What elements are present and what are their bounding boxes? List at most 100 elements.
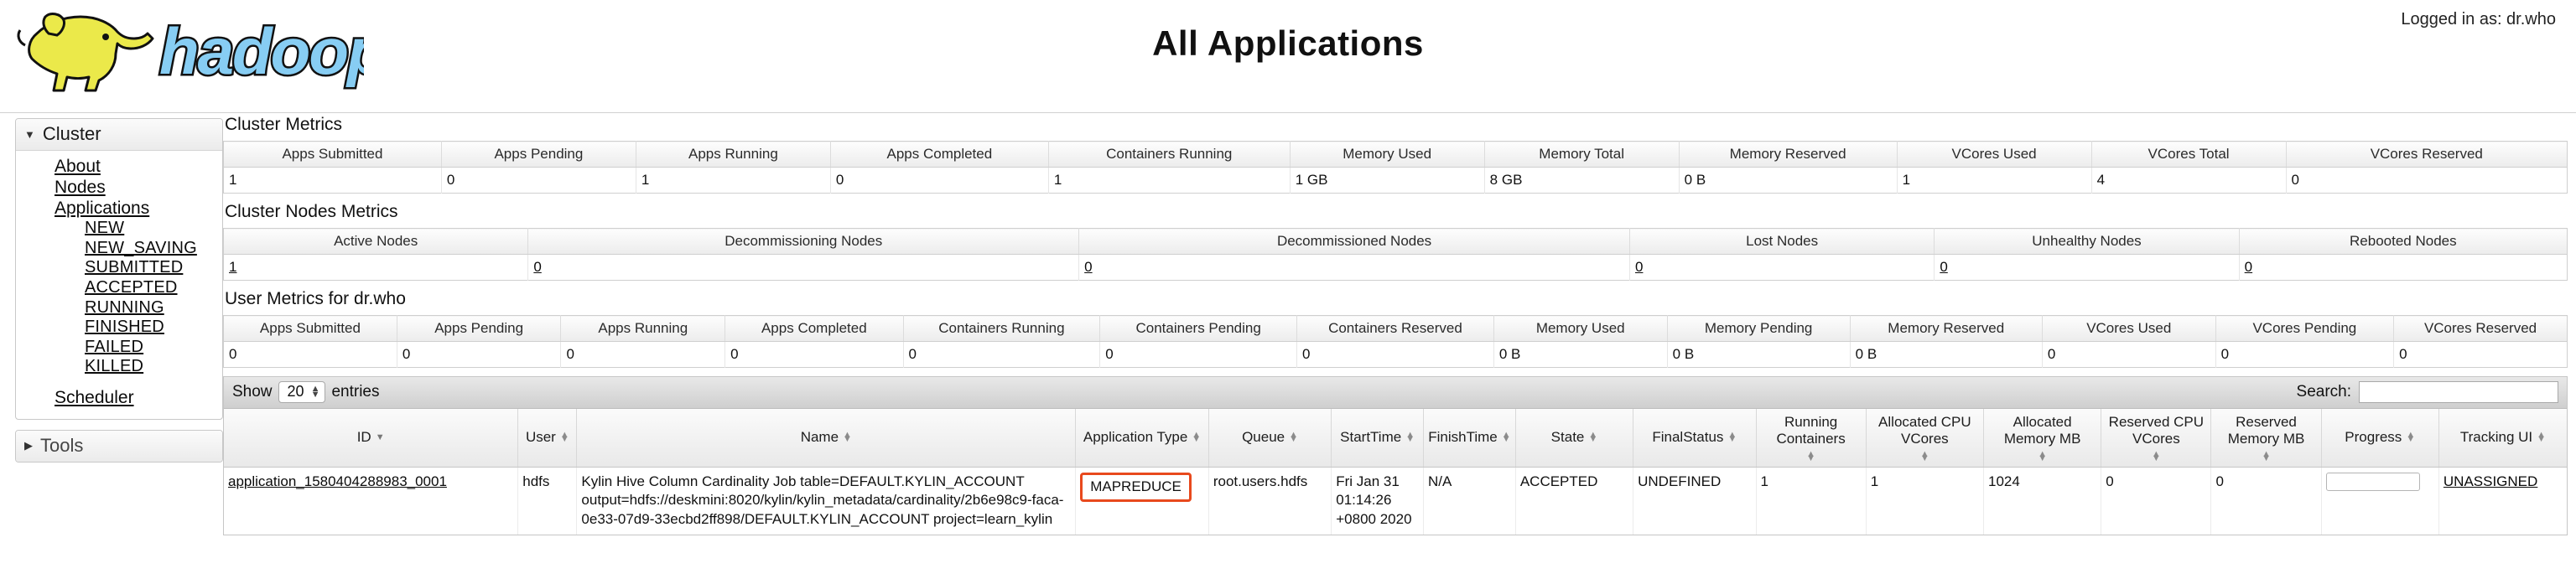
col-header-finalstatus[interactable]: FinalStatus ▲ ▼ — [1633, 409, 1757, 468]
col-header-reserved-memory-mb[interactable]: Reserved Memory MB ▲ ▼ — [2210, 409, 2322, 468]
val-memory-reserved: 0 B — [1679, 167, 1898, 194]
table-header-row: ID ▼ User ▲ ▼ Name ▲ ▼ Application Type ▲ ▼ Que — [224, 409, 2567, 468]
entries-label: entries — [331, 383, 380, 401]
search-input[interactable] — [2359, 381, 2558, 403]
col-user-vcores-reserved: VCores Reserved — [2393, 315, 2568, 342]
sidebar-item-state-new[interactable]: NEW — [85, 219, 124, 239]
sidebar: ▼ Cluster About Nodes Applications NEW N… — [0, 113, 223, 473]
val-user-vcores-used: 0 — [2042, 341, 2216, 368]
link-unhealthy-nodes[interactable]: 0 — [1940, 259, 1947, 275]
col-user-containers-reserved: Containers Reserved — [1296, 315, 1494, 342]
col-header-starttime[interactable]: StartTime ▲ ▼ — [1331, 409, 1425, 468]
col-header-name[interactable]: Name ▲ ▼ — [576, 409, 1077, 468]
sidebar-item-about[interactable]: About — [55, 157, 101, 178]
cell-starttime: Fri Jan 31 01:14:26 +0800 2020 — [1331, 467, 1425, 535]
col-apps-pending: Apps Pending — [441, 141, 636, 168]
col-label-user: User — [525, 429, 556, 446]
caret-down-icon: ▼ — [24, 127, 35, 141]
col-header-finishtime[interactable]: FinishTime ▲ ▼ — [1423, 409, 1516, 468]
table-header-row: Apps Submitted Apps Pending Apps Running… — [223, 141, 2568, 168]
sidebar-item-state-killed[interactable]: KILLED — [85, 357, 143, 377]
list-item: FINISHED — [16, 318, 222, 338]
link-lost-nodes[interactable]: 0 — [1635, 259, 1643, 275]
table-header-row: Active Nodes Decommissioning Nodes Decom… — [223, 228, 2568, 255]
col-label-tracking-ui: Tracking UI — [2459, 429, 2533, 446]
col-header-user[interactable]: User ▲ ▼ — [517, 409, 578, 468]
col-decommissioned-nodes: Decommissioned Nodes — [1078, 228, 1630, 255]
col-label-queue: Queue — [1242, 429, 1285, 446]
list-item: Applications — [16, 199, 222, 220]
col-header-allocated-cpu-vcores[interactable]: Allocated CPU VCores ▲ ▼ — [1866, 409, 1984, 468]
sidebar-tools-block: ▶ Tools — [15, 429, 223, 463]
application-id-link[interactable]: application_1580404288983_0001 — [228, 473, 447, 489]
val-apps-running: 1 — [636, 167, 831, 194]
link-active-nodes[interactable]: 1 — [229, 259, 236, 275]
col-user-memory-used: Memory Used — [1493, 315, 1668, 342]
col-header-running-containers[interactable]: Running Containers ▲ ▼ — [1756, 409, 1867, 468]
entries-value: 20 — [287, 383, 304, 400]
col-active-nodes: Active Nodes — [223, 228, 529, 255]
cell-queue: root.users.hdfs — [1208, 467, 1332, 535]
link-decommissioned-nodes[interactable]: 0 — [1084, 259, 1092, 275]
table-row: 1 0 0 0 0 0 — [223, 254, 2568, 281]
val-user-vcores-reserved: 0 — [2393, 341, 2568, 368]
col-header-queue[interactable]: Queue ▲ ▼ — [1208, 409, 1332, 468]
link-decommissioning-nodes[interactable]: 0 — [533, 259, 541, 275]
col-header-progress[interactable]: Progress ▲ ▼ — [2321, 409, 2439, 468]
list-item: FAILED — [16, 338, 222, 358]
sort-icon: ▲ ▼ — [1588, 429, 1598, 445]
col-label-reserved-memory-mb: Reserved Memory MB — [2227, 414, 2305, 447]
col-header-id[interactable]: ID ▼ — [224, 409, 519, 468]
sidebar-item-state-failed[interactable]: FAILED — [85, 338, 143, 358]
list-item: About — [16, 157, 222, 178]
cluster-metrics-table: Apps Submitted Apps Pending Apps Running… — [223, 141, 2568, 194]
col-rebooted-nodes: Rebooted Nodes — [2239, 228, 2568, 255]
sidebar-item-scheduler[interactable]: Scheduler — [55, 388, 134, 409]
sort-icon: ▲ ▼ — [1727, 429, 1737, 445]
val-user-memory-pending: 0 B — [1667, 341, 1851, 368]
user-metrics-table: Apps Submitted Apps Pending Apps Running… — [223, 315, 2568, 368]
sort-icon: ▲ ▼ — [2262, 448, 2271, 464]
sidebar-item-applications[interactable]: Applications — [55, 199, 149, 220]
col-header-state[interactable]: State ▲ ▼ — [1515, 409, 1634, 468]
val-user-containers-pending: 0 — [1099, 341, 1298, 368]
sort-icon: ▲ ▼ — [1806, 448, 1816, 464]
spacer — [16, 377, 222, 388]
link-rebooted-nodes[interactable]: 0 — [2245, 259, 2252, 275]
cell-active-nodes: 1 — [223, 254, 529, 281]
list-item: Nodes — [16, 178, 222, 199]
entries-length-group: Show 20 ▲ ▼ entries — [232, 381, 379, 403]
sidebar-tools-header[interactable]: ▶ Tools — [16, 430, 222, 462]
tracking-ui-link[interactable]: UNASSIGNED — [2444, 473, 2537, 489]
col-label-application-type: Application Type — [1083, 429, 1188, 446]
val-user-apps-submitted: 0 — [223, 341, 397, 368]
sidebar-item-state-finished[interactable]: FINISHED — [85, 318, 164, 338]
sidebar-cluster-header[interactable]: ▼ Cluster — [16, 119, 222, 151]
entries-select[interactable]: 20 ▲ ▼ — [278, 381, 326, 403]
sort-icon: ▲ ▼ — [2151, 448, 2161, 464]
sidebar-item-state-submitted[interactable]: SUBMITTED — [85, 258, 183, 278]
col-label-reserved-cpu-vcores: Reserved CPU VCores — [2108, 414, 2205, 447]
col-header-reserved-cpu-vcores[interactable]: Reserved CPU VCores ▲ ▼ — [2101, 409, 2212, 468]
sidebar-item-nodes[interactable]: Nodes — [55, 178, 106, 199]
val-user-apps-running: 0 — [560, 341, 726, 368]
sidebar-item-state-running[interactable]: RUNNING — [85, 298, 164, 318]
col-header-application-type[interactable]: Application Type ▲ ▼ — [1075, 409, 1209, 468]
table-row: 0 0 0 0 0 0 0 0 B 0 B 0 B 0 0 0 — [223, 341, 2568, 368]
datatable-toolbar: Show 20 ▲ ▼ entries Search: — [224, 377, 2567, 409]
col-header-tracking-ui[interactable]: Tracking UI ▲ ▼ — [2438, 409, 2567, 468]
page-title: All Applications — [1152, 23, 1424, 63]
col-user-vcores-used: VCores Used — [2042, 315, 2216, 342]
col-header-allocated-memory-mb[interactable]: Allocated Memory MB ▲ ▼ — [1983, 409, 2102, 468]
sidebar-item-state-new-saving[interactable]: NEW_SAVING — [85, 239, 197, 259]
caret-right-icon: ▶ — [24, 439, 33, 452]
search-label: Search: — [2296, 383, 2351, 401]
cell-progress — [2321, 467, 2439, 535]
sidebar-item-state-accepted[interactable]: ACCEPTED — [85, 278, 178, 298]
val-user-containers-running: 0 — [903, 341, 1101, 368]
sort-icon: ▲ ▼ — [1405, 429, 1415, 445]
cell-allocated-cpu-vcores: 1 — [1866, 467, 1984, 535]
col-label-finalstatus: FinalStatus — [1652, 429, 1724, 446]
sort-descending-icon: ▼ — [375, 432, 385, 442]
applications-table: ID ▼ User ▲ ▼ Name ▲ ▼ Application Type ▲ ▼ Que — [224, 409, 2567, 535]
